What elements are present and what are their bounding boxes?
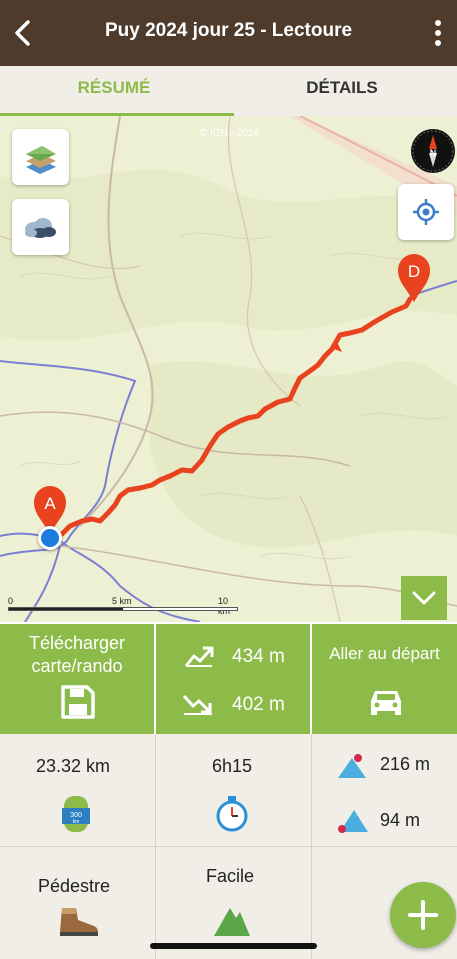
- activity-value: Pédestre: [38, 876, 111, 896]
- chevron-down-icon: [412, 591, 436, 605]
- locate-button[interactable]: [398, 184, 454, 240]
- collapse-map-button[interactable]: [401, 576, 447, 620]
- map-scale: 0 5 km 10 km: [8, 594, 238, 616]
- go-to-start-label: Aller au départ: [329, 644, 440, 663]
- max-altitude-icon: [338, 754, 366, 778]
- elevation-summary: 434 m 402 m: [156, 624, 310, 734]
- mountain-icon: [214, 908, 250, 936]
- map-terrain: [0, 116, 457, 622]
- home-indicator[interactable]: [150, 943, 317, 949]
- crosshair-icon: [413, 199, 439, 225]
- chevron-left-icon[interactable]: [10, 18, 38, 48]
- min-altitude-icon: [338, 810, 368, 833]
- save-icon: [61, 685, 95, 719]
- max-altitude-value: 216 m: [380, 754, 431, 774]
- hiking-boot-icon: [60, 908, 98, 936]
- car-icon: [371, 691, 401, 715]
- download-button[interactable]: Télécharger carte/rando: [0, 624, 154, 734]
- svg-text:km: km: [73, 819, 80, 825]
- action-row: Télécharger carte/rando 434 m 402 m Alle…: [0, 622, 457, 734]
- difficulty-value: Facile: [206, 866, 255, 886]
- cloud-icon: [25, 218, 56, 238]
- min-altitude-value: 94 m: [380, 810, 421, 830]
- ascent-icon: [184, 646, 214, 667]
- distance-value: 23.32 km: [36, 756, 111, 776]
- stopwatch-icon: [216, 796, 248, 832]
- scale-label-end: 10 km: [218, 596, 230, 616]
- compass-icon[interactable]: N: [411, 129, 455, 173]
- svg-text:300: 300: [70, 812, 82, 819]
- plus-icon: [408, 900, 438, 930]
- scale-label-start: 0: [8, 596, 14, 606]
- descent-value: 402 m: [232, 694, 285, 715]
- descent-icon: [182, 694, 212, 715]
- current-location-dot: [38, 526, 62, 550]
- stats-grid: 23.32 km 300 km 6h15 216 m 94 m Pédestre…: [0, 734, 457, 959]
- map-attribution: © IGN - 2024: [200, 128, 260, 139]
- svg-text:D: D: [408, 262, 420, 281]
- scale-label-mid: 5 km: [112, 596, 132, 606]
- page-title: Puy 2024 jour 25 - Lectoure: [104, 20, 353, 41]
- route-map[interactable]: © IGN - 2024 N D A 0 5 km 10 km: [0, 116, 457, 622]
- svg-text:A: A: [44, 494, 56, 513]
- download-label-line2: carte/rando: [31, 656, 123, 676]
- tab-details[interactable]: DÉTAILS: [228, 66, 456, 116]
- add-button[interactable]: [390, 882, 456, 948]
- tab-resume[interactable]: RÉSUMÉ: [0, 66, 228, 116]
- tab-bar: RÉSUMÉ DÉTAILS: [0, 66, 457, 116]
- svg-text:N: N: [430, 148, 437, 158]
- layers-icon: [26, 146, 56, 174]
- end-marker[interactable]: D: [394, 252, 434, 304]
- ascent-value: 434 m: [232, 646, 285, 667]
- go-to-start-button[interactable]: Aller au départ: [312, 624, 457, 734]
- duration-value: 6h15: [212, 756, 253, 776]
- milestone-icon: 300 km: [62, 796, 90, 832]
- app-header: Puy 2024 jour 25 - Lectoure: [0, 0, 457, 66]
- more-vertical-icon[interactable]: [433, 18, 443, 48]
- download-label-line1: Télécharger: [28, 633, 126, 653]
- weather-layer-button[interactable]: [12, 199, 69, 255]
- map-layers-button[interactable]: [12, 129, 69, 185]
